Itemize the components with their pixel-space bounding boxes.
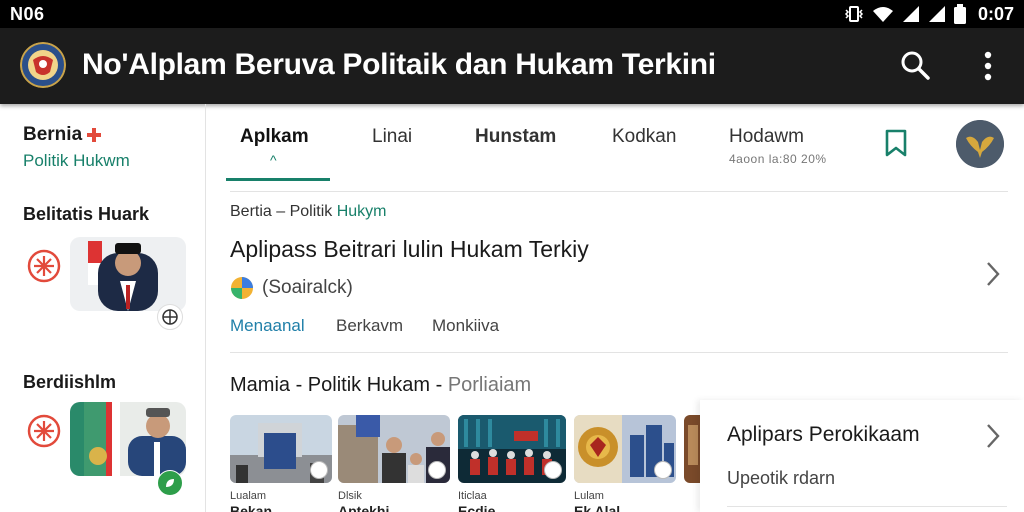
vibrate-icon xyxy=(844,6,864,22)
section-muted: Porliaiam xyxy=(447,374,532,396)
signal-icon-2 xyxy=(928,6,945,22)
card-label: Lualam xyxy=(230,490,267,502)
caret-up-icon: ^ xyxy=(270,152,277,168)
battery-icon xyxy=(953,4,966,24)
brand-block: Bernia Politik Hukwm xyxy=(23,124,130,171)
pinwheel-icon xyxy=(162,309,178,325)
left-section-title: Belitatis Huark xyxy=(23,204,150,224)
breadcrumb-prefix: Bertia – Politik xyxy=(230,203,337,220)
divider xyxy=(727,506,1007,507)
news-card[interactable] xyxy=(230,415,332,483)
avatar[interactable] xyxy=(956,120,1004,168)
link-berkavm[interactable]: Berkavm xyxy=(336,316,403,336)
tab-hodawm[interactable]: Hodawm xyxy=(729,126,804,148)
brand-name: Bernia xyxy=(23,124,130,146)
left-sidebar: Bernia Politik Hukwm Belitatis Huark Ber… xyxy=(0,104,206,512)
app-title: No'Alplam Beruva Politaik dan Hukam Terk… xyxy=(82,48,716,81)
thumb-badge xyxy=(157,470,183,496)
source-icon xyxy=(231,277,253,299)
side-panel[interactable]: Aplipars Perokikaam Upeotik rdarn xyxy=(700,400,1024,512)
divider xyxy=(230,352,1008,353)
tab-linai[interactable]: Linai xyxy=(372,126,412,148)
news-card[interactable] xyxy=(458,415,566,483)
card-title[interactable]: Ecdie xyxy=(458,503,495,512)
tab-meta-text: 4aoon la:80 20% xyxy=(729,152,827,166)
card-title[interactable]: Aptekhi xyxy=(338,503,389,512)
tab-indicator xyxy=(226,178,330,181)
link-menaanal[interactable]: Menaanal xyxy=(230,316,305,336)
status-icons: 0:07 xyxy=(844,3,1014,25)
card-label: Iticlaa xyxy=(458,490,487,502)
app-bar: No'Alplam Beruva Politaik dan Hukam Terk… xyxy=(0,28,1024,104)
tab-hunstam[interactable]: Hunstam xyxy=(475,126,556,148)
clock: 0:07 xyxy=(977,3,1014,24)
news-card[interactable] xyxy=(338,415,450,483)
sun-badge-icon[interactable] xyxy=(27,249,61,283)
link-monkiiva[interactable]: Monkiiva xyxy=(432,316,499,336)
section-heading: Mamia - Politik Hukam - Porliaiam xyxy=(230,374,531,397)
card-badge xyxy=(544,461,562,479)
search-icon[interactable] xyxy=(896,48,936,84)
tab-kodkan[interactable]: Kodkan xyxy=(612,126,676,148)
card-title[interactable]: Bekan xyxy=(230,503,272,512)
carrier-label: N06 xyxy=(10,4,45,24)
portrait-image xyxy=(70,402,186,476)
divider xyxy=(230,191,1008,192)
card-badge xyxy=(654,461,672,479)
thumb-badge xyxy=(157,304,183,330)
app-logo[interactable] xyxy=(20,42,66,88)
chevron-right-icon[interactable] xyxy=(984,260,1002,288)
brand-name-text: Bernia xyxy=(23,124,83,145)
breadcrumb-highlight[interactable]: Hukym xyxy=(337,203,387,220)
news-card[interactable] xyxy=(574,415,676,483)
leaf-icon xyxy=(166,479,174,487)
article-source: (Soairalck) xyxy=(230,276,353,300)
source-name: (Soairalck) xyxy=(262,277,353,298)
news-card-partial[interactable] xyxy=(684,415,700,483)
chevron-right-icon[interactable] xyxy=(984,422,1002,450)
section-title: Mamia - Politik Hukam - xyxy=(230,374,448,396)
sun-badge-icon[interactable] xyxy=(27,414,61,448)
more-vert-icon[interactable] xyxy=(968,46,1008,86)
status-bar: N06 0:07 xyxy=(0,0,1024,28)
news-thumbnail[interactable] xyxy=(70,237,186,311)
tab-bar: Aplkam ^ Linai Hunstam Kodkan Hodawm 4ao… xyxy=(226,104,1006,184)
wifi-icon xyxy=(872,7,893,22)
card-label: Lulam xyxy=(574,490,604,502)
signal-icon xyxy=(902,6,919,22)
card-badge xyxy=(310,461,328,479)
bookmark-icon[interactable] xyxy=(882,128,910,158)
breadcrumb: Bertia – Politik Hukym xyxy=(230,203,387,221)
card-label: Dlsik xyxy=(338,490,362,502)
left-section-title: Berdiishlm xyxy=(23,372,117,392)
news-thumbnail[interactable] xyxy=(70,402,186,476)
panel-title[interactable]: Aplipars Perokikaam xyxy=(727,423,920,447)
panel-subtitle: Upeotik rdarn xyxy=(727,468,836,488)
portrait-image xyxy=(70,237,186,311)
tab-aplkam[interactable]: Aplkam xyxy=(240,126,309,148)
card-image xyxy=(684,415,700,483)
plus-icon xyxy=(87,128,102,142)
brand-subtitle: Politik Hukwm xyxy=(23,151,130,170)
card-title[interactable]: Ek Alal xyxy=(574,503,620,512)
card-badge xyxy=(428,461,446,479)
article-headline[interactable]: Aplipass Beitrari lulin Hukam Terkiy xyxy=(230,236,589,263)
